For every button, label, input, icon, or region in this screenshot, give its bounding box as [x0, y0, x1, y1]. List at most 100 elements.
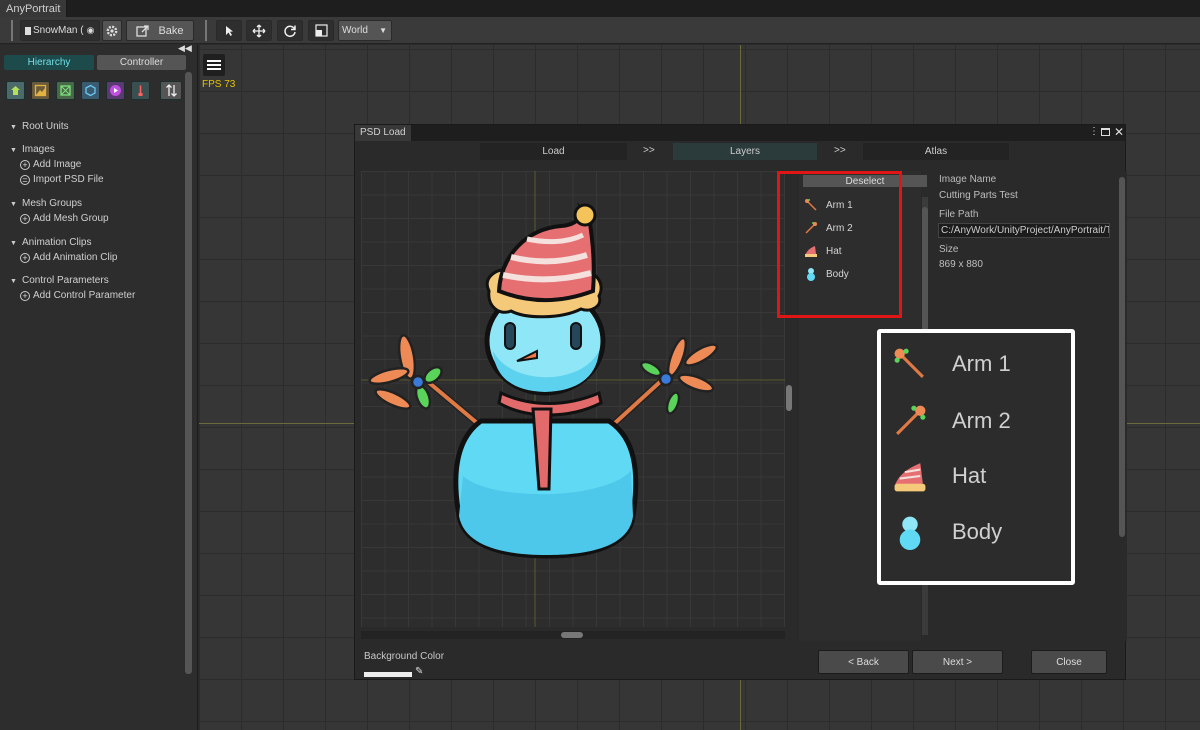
arm-left-shape: [368, 334, 493, 437]
add-image-item[interactable]: + Add Image: [20, 159, 81, 170]
close-button[interactable]: Close: [1031, 650, 1107, 674]
background-color-swatch[interactable]: [364, 672, 412, 677]
x-axis-line: [1126, 423, 1200, 424]
plus-circle-icon: +: [20, 213, 30, 224]
tree-header-images[interactable]: ▼ Images: [10, 144, 55, 155]
close-icon[interactable]: ✕: [1114, 125, 1124, 139]
add-control-parameter-item[interactable]: + Add Control Parameter: [20, 290, 135, 301]
dialog-title-bar: [355, 125, 1125, 141]
file-icon: [25, 26, 31, 35]
filter-images-button[interactable]: [31, 81, 50, 100]
play-icon: [110, 85, 121, 96]
arm-1-icon: [894, 348, 924, 378]
toolbar-separator: [11, 20, 13, 41]
gear-icon: [106, 25, 118, 36]
toolbar-separator: [205, 20, 207, 41]
preview-horizontal-scrollbar[interactable]: [361, 631, 785, 639]
rotate-tool-button[interactable]: [277, 20, 303, 41]
maximize-icon[interactable]: [1101, 128, 1110, 136]
app-tab[interactable]: AnyPortrait: [0, 0, 68, 17]
plus-circle-icon: +: [20, 252, 30, 263]
bake-button[interactable]: Bake: [126, 20, 194, 41]
file-path-field[interactable]: C:/AnyWork/UnityProject/AnyPortrait/T: [938, 223, 1110, 238]
tree-header-root-units[interactable]: ▼ Root Units: [10, 121, 69, 132]
y-axis-line: [740, 680, 741, 730]
step-atlas[interactable]: Atlas: [863, 143, 1009, 160]
scroll-thumb[interactable]: [786, 385, 792, 411]
hierarchy-panel: ◀◀ Hierarchy Controller ▼ Root Units ▼ Ima…: [0, 43, 198, 730]
step-layers[interactable]: Layers: [673, 143, 817, 160]
tree-header-control-parameters[interactable]: ▼ Control Parameters: [10, 275, 109, 286]
import-psd-item[interactable]: = Import PSD File: [20, 174, 104, 185]
scroll-thumb[interactable]: [922, 207, 928, 331]
expand-triangle-icon: ▼: [10, 124, 17, 131]
eyedropper-icon[interactable]: ✎: [415, 666, 423, 677]
coordinate-space-dropdown[interactable]: World ▼: [338, 20, 392, 41]
mesh-group-icon: [85, 84, 96, 97]
image-name-value: Cutting Parts Test: [939, 190, 1018, 201]
step-load[interactable]: Load: [480, 143, 627, 160]
size-label: Size: [939, 244, 959, 255]
filter-meshes-button[interactable]: [56, 81, 75, 100]
snowman-image: [361, 171, 787, 627]
add-animation-clip-item[interactable]: + Add Animation Clip: [20, 252, 118, 263]
sort-button[interactable]: [160, 81, 182, 100]
move-icon: [252, 24, 266, 37]
x-axis-line: [199, 423, 354, 424]
tree-header-animation-clips[interactable]: ▼ Animation Clips: [10, 237, 91, 248]
mesh-icon: [60, 85, 71, 96]
expand-triangle-icon: ▼: [10, 201, 17, 208]
filter-animations-button[interactable]: [106, 81, 125, 100]
settings-button[interactable]: [102, 20, 122, 41]
mesh-select-dropdown[interactable]: SnowMan ( ◉: [20, 20, 100, 41]
callout-label: Body: [952, 519, 1003, 544]
bake-label: Bake: [158, 24, 184, 37]
sort-icon: [165, 84, 177, 97]
tab-hierarchy[interactable]: Hierarchy: [4, 55, 94, 70]
scroll-thumb[interactable]: [561, 632, 583, 638]
image-name-label: Image Name: [939, 174, 997, 185]
coordinate-space-label: World: [342, 25, 368, 36]
expand-triangle-icon: ▼: [10, 147, 17, 154]
arm-2-icon: [896, 405, 926, 435]
scale-tool-button[interactable]: [308, 20, 334, 41]
size-value: 869 x 880: [939, 259, 983, 270]
tree-header-mesh-groups[interactable]: ▼ Mesh Groups: [10, 198, 82, 209]
psd-preview-canvas[interactable]: [361, 171, 787, 627]
target-icon: ◉: [86, 25, 95, 35]
next-button[interactable]: Next >: [912, 650, 1003, 674]
cursor-icon: [226, 25, 233, 36]
root-unit-icon: [11, 86, 20, 95]
chevron-down-icon: ▼: [379, 26, 387, 35]
filter-root-units-button[interactable]: [6, 81, 25, 100]
add-mesh-group-item[interactable]: + Add Mesh Group: [20, 213, 109, 224]
dialog-tab[interactable]: PSD Load: [355, 125, 411, 141]
image-icon: [34, 84, 47, 97]
toolbar: SnowMan ( ◉ Bake World ▼: [0, 17, 1200, 44]
background-color-label: Background Color: [364, 651, 445, 662]
body-shape: [453, 286, 639, 559]
hat-icon: [894, 463, 926, 492]
plus-circle-icon: +: [20, 159, 30, 170]
mesh-select-label: SnowMan (: [33, 25, 84, 36]
hat-shape: [485, 202, 603, 319]
filter-parameters-button[interactable]: [131, 81, 150, 100]
parameter-icon: [138, 85, 143, 96]
hamburger-icon: [207, 60, 221, 70]
tab-controller[interactable]: Controller: [97, 55, 186, 70]
hierarchy-scrollbar[interactable]: [185, 72, 192, 674]
move-tool-button[interactable]: [246, 20, 272, 41]
collapse-panel-button[interactable]: ◀◀: [178, 43, 192, 54]
callout-layer-body: Body: [892, 514, 1002, 550]
editor-tab-bar: [0, 0, 1200, 17]
filter-mesh-groups-button[interactable]: [81, 81, 100, 100]
callout-label: Hat: [952, 463, 987, 488]
back-button[interactable]: < Back: [818, 650, 909, 674]
fps-counter: FPS 73: [202, 79, 236, 90]
arm-right-shape: [600, 336, 719, 437]
viewport-menu-button[interactable]: [203, 54, 225, 76]
info-scrollbar[interactable]: [1119, 177, 1125, 537]
select-tool-button[interactable]: [216, 20, 242, 41]
more-options-icon[interactable]: ⋮: [1089, 126, 1099, 137]
snowman-body-icon: [899, 516, 921, 550]
